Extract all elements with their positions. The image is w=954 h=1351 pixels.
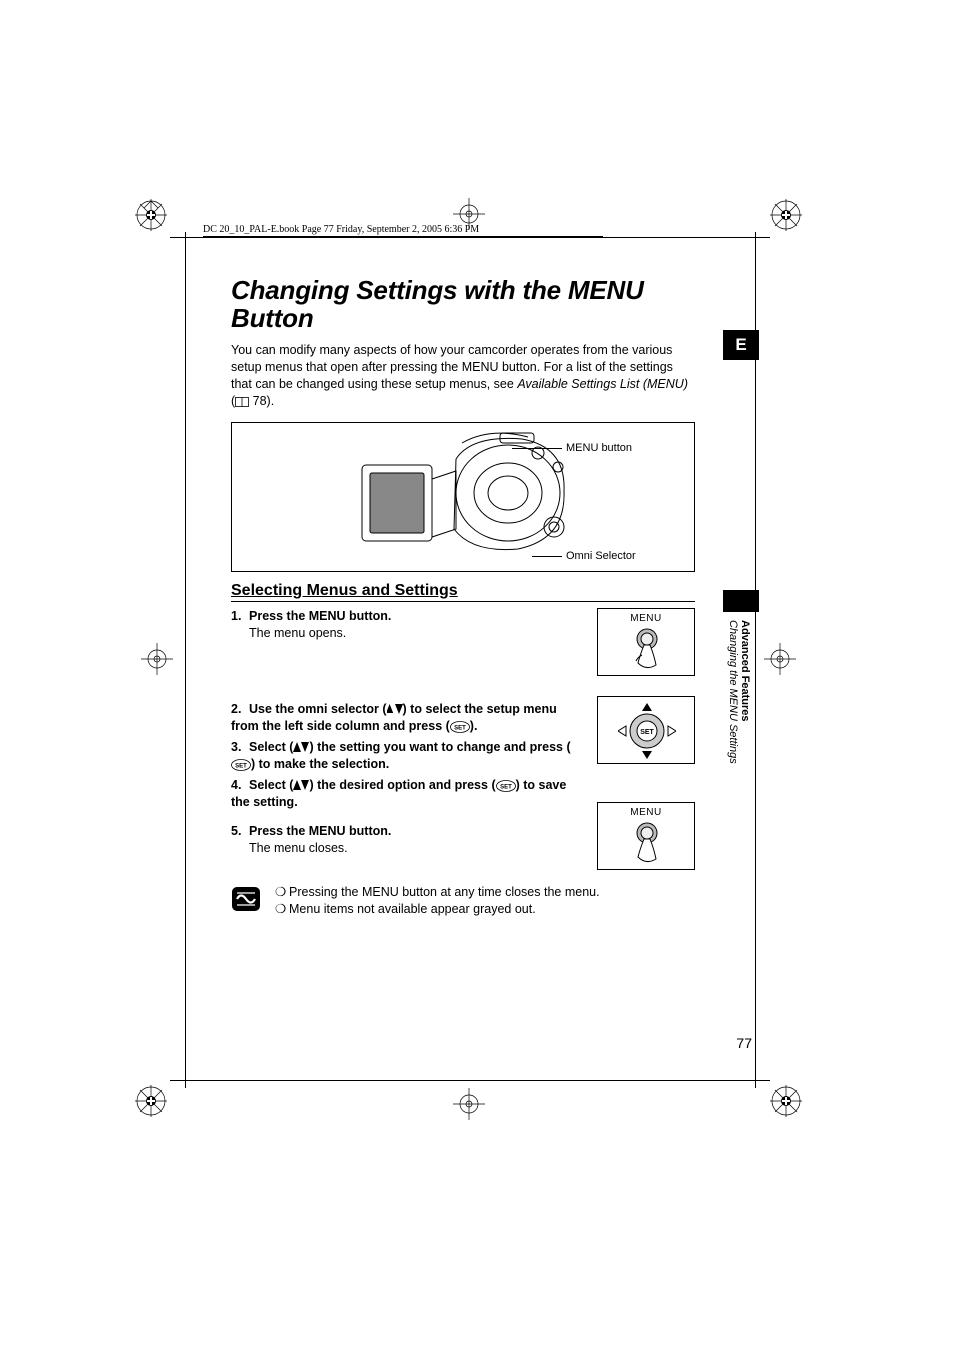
note-2: Menu items not available appear grayed o… xyxy=(289,901,536,918)
section-subheading: Selecting Menus and Settings xyxy=(231,582,695,602)
press-button-icon xyxy=(626,627,668,673)
svg-text:SET: SET xyxy=(640,729,654,736)
intro-paragraph: You can modify many aspects of how your … xyxy=(231,342,695,410)
crop-mark-icon xyxy=(133,1083,169,1119)
omni-selector-icon: SET xyxy=(618,703,676,759)
press-button-icon xyxy=(626,821,668,867)
up-down-icon xyxy=(293,742,309,752)
camcorder-figure: MENU button Omni Selector xyxy=(231,422,695,572)
step-figure-menu-press-2: MENU xyxy=(597,802,695,870)
thumb-index-tab xyxy=(723,590,759,612)
note-1: Pressing the MENU button at any time clo… xyxy=(289,884,600,901)
set-button-icon: SET xyxy=(450,721,470,733)
section-tab-e: E xyxy=(723,330,759,360)
registration-mark-icon xyxy=(141,643,173,675)
step-figure-menu-press-1: MENU xyxy=(597,608,695,676)
step-figure-omni-selector: SET xyxy=(597,696,695,764)
registration-mark-icon xyxy=(453,1088,485,1120)
callout-menu-button: MENU button xyxy=(566,442,632,454)
registration-mark-icon xyxy=(764,643,796,675)
svg-text:SET: SET xyxy=(500,784,512,790)
menu-label: MENU xyxy=(598,613,694,624)
trim-line xyxy=(185,232,186,1088)
crop-mark-icon xyxy=(133,197,169,233)
set-button-icon: SET xyxy=(496,780,516,792)
side-section-label: Advanced Features Changing the MENU Sett… xyxy=(727,620,751,764)
page-reference-icon xyxy=(235,397,249,407)
notes-block: ❍Pressing the MENU button at any time cl… xyxy=(231,884,695,918)
trim-line xyxy=(755,232,756,1088)
step-3: 3.Select () the setting you want to chan… xyxy=(231,739,581,773)
up-down-icon xyxy=(387,704,403,714)
svg-text:SET: SET xyxy=(454,726,466,732)
page-title: Changing Settings with the MENU Button xyxy=(231,276,695,332)
svg-text:SET: SET xyxy=(235,764,247,770)
step-2: 2.Use the omni selector () to select the… xyxy=(231,701,581,735)
step-1: 1.Press the MENU button. The menu opens. xyxy=(231,608,581,642)
crop-mark-icon xyxy=(768,1083,804,1119)
step-5: 5.Press the MENU button. The menu closes… xyxy=(231,823,581,857)
set-button-icon: SET xyxy=(231,759,251,771)
up-down-icon xyxy=(293,780,309,790)
callout-omni-selector: Omni Selector xyxy=(566,550,636,562)
camcorder-illustration xyxy=(322,429,582,567)
menu-label: MENU xyxy=(598,807,694,818)
trim-line xyxy=(170,1080,770,1081)
step-4: 4.Select () the desired option and press… xyxy=(231,777,581,811)
note-icon xyxy=(231,886,261,912)
crop-mark-icon xyxy=(768,197,804,233)
page-number: 77 xyxy=(736,1035,752,1051)
